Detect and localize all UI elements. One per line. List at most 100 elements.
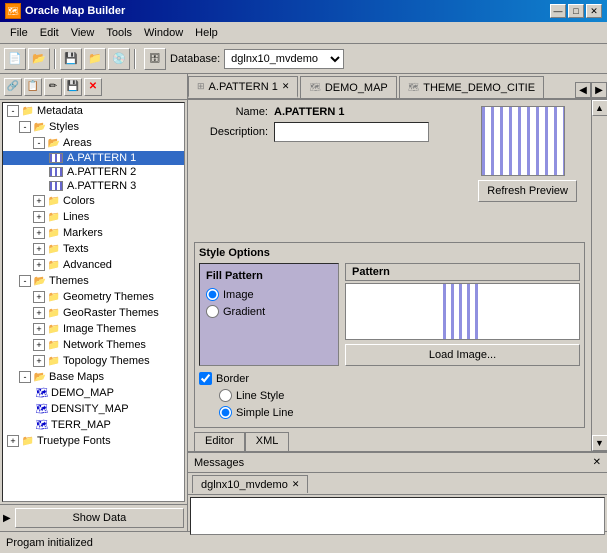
load-image-button[interactable]: Load Image... (345, 344, 580, 366)
tree-node-image-themes[interactable]: + 📁 Image Themes (3, 321, 184, 337)
tree-node-themes[interactable]: - 📂 Themes (3, 273, 184, 289)
map-density-icon: 🗺 (35, 402, 49, 416)
border-checkbox[interactable] (199, 372, 212, 385)
map-demo-icon: 🗺 (35, 386, 49, 400)
disk-button[interactable]: 💿 (108, 48, 130, 70)
tree-node-markers[interactable]: + 📁 Markers (3, 225, 184, 241)
close-button[interactable]: ✕ (586, 4, 602, 18)
tab-xml[interactable]: XML (245, 432, 290, 451)
menu-edit[interactable]: Edit (34, 25, 65, 41)
content-wrapper: Name: A.PATTERN 1 Description: Refresh P… (188, 100, 607, 451)
tree-node-density-map[interactable]: 🗺 DENSITY_MAP (3, 401, 184, 417)
radio-gradient[interactable] (206, 305, 219, 318)
expand-markers[interactable]: + (33, 227, 45, 239)
tree-btn-3[interactable]: ✏ (44, 78, 62, 96)
expand-basemaps[interactable]: - (19, 371, 31, 383)
right-panel: ⊞ A.PATTERN 1 ✕ 🗺 DEMO_MAP 🗺 THEME_DEMO_… (188, 74, 607, 531)
tree-label-geo-themes: Geometry Themes (63, 291, 154, 303)
tab-nav-right[interactable]: ▶ (591, 82, 607, 98)
line-style-row: Line Style (219, 389, 580, 402)
tree-node-pattern1[interactable]: A.PATTERN 1 (3, 151, 184, 165)
tree-node-areas[interactable]: - 📂 Areas (3, 135, 184, 151)
description-input[interactable] (274, 122, 429, 142)
tree-node-fonts[interactable]: + 📁 Truetype Fonts (3, 433, 184, 449)
tree-node-lines[interactable]: + 📁 Lines (3, 209, 184, 225)
expand-image-themes[interactable]: + (33, 323, 45, 335)
msg-tab-label: dglnx10_mvdemo (201, 479, 288, 491)
tree-node-demo-map[interactable]: 🗺 DEMO_MAP (3, 385, 184, 401)
folder-image-themes-icon: 📁 (47, 322, 61, 336)
expand-areas[interactable]: - (33, 137, 45, 149)
refresh-preview-container: Refresh Preview (478, 180, 577, 202)
tree-node-styles[interactable]: - 📂 Styles (3, 119, 184, 135)
save-button[interactable]: 💾 (60, 48, 82, 70)
editor-tabs: Editor XML (194, 432, 585, 451)
tree-node-advanced[interactable]: + 📁 Advanced (3, 257, 184, 273)
tree-label-pattern3: A.PATTERN 3 (67, 180, 136, 192)
tree-node-network-themes[interactable]: + 📁 Network Themes (3, 337, 184, 353)
new-button[interactable]: 📄 (4, 48, 26, 70)
open-button[interactable]: 📂 (28, 48, 50, 70)
refresh-preview-button[interactable]: Refresh Preview (478, 180, 577, 202)
tree-node-colors[interactable]: + 📁 Colors (3, 193, 184, 209)
db-dropdown[interactable]: dglnx10_mvdemo (224, 49, 344, 69)
tab-pattern1-grid-icon: ⊞ (197, 81, 205, 92)
menu-file[interactable]: File (4, 25, 34, 41)
folder-button[interactable]: 📁 (84, 48, 106, 70)
maximize-button[interactable]: □ (568, 4, 584, 18)
msg-tab-db[interactable]: dglnx10_mvdemo ✕ (192, 475, 308, 493)
tab-demo-map[interactable]: 🗺 DEMO_MAP (300, 76, 396, 98)
fill-pattern-title: Fill Pattern (206, 270, 332, 282)
tab-theme-demo[interactable]: 🗺 THEME_DEMO_CITIE (399, 76, 544, 98)
menu-view[interactable]: View (65, 25, 101, 41)
tab-pattern1-close[interactable]: ✕ (282, 81, 290, 92)
scroll-down-button[interactable]: ▼ (592, 435, 607, 451)
expand-colors[interactable]: + (33, 195, 45, 207)
scroll-up-button[interactable]: ▲ (592, 100, 607, 116)
messages-close-icon[interactable]: ✕ (593, 457, 601, 468)
expand-themes[interactable]: - (19, 275, 31, 287)
tree-node-metadata[interactable]: - 📁 Metadata (3, 103, 184, 119)
tree-node-pattern2[interactable]: A.PATTERN 2 (3, 165, 184, 179)
tree-btn-delete[interactable]: ✕ (84, 78, 102, 96)
tree-node-terr-map[interactable]: 🗺 TERR_MAP (3, 417, 184, 433)
tree-node-basemaps[interactable]: - 📂 Base Maps (3, 369, 184, 385)
folder-geo-themes-icon: 📁 (47, 290, 61, 304)
expand-topology-themes[interactable]: + (33, 355, 45, 367)
expand-network-themes[interactable]: + (33, 339, 45, 351)
tab-pattern1[interactable]: ⊞ A.PATTERN 1 ✕ (188, 76, 298, 98)
expand-lines[interactable]: + (33, 211, 45, 223)
tree-node-topology-themes[interactable]: + 📁 Topology Themes (3, 353, 184, 369)
msg-tab-close[interactable]: ✕ (292, 479, 300, 490)
menu-window[interactable]: Window (138, 25, 189, 41)
radio-line-style[interactable] (219, 389, 232, 402)
tree-node-pattern3[interactable]: A.PATTERN 3 (3, 179, 184, 193)
expand-fonts[interactable]: + (7, 435, 19, 447)
tree-btn-2[interactable]: 📋 (24, 78, 42, 96)
tree-btn-1[interactable]: 🔗 (4, 78, 22, 96)
radio-line-style-label: Line Style (236, 390, 284, 402)
menu-help[interactable]: Help (189, 25, 224, 41)
map-terr-icon: 🗺 (35, 418, 49, 432)
expand-styles[interactable]: - (19, 121, 31, 133)
tab-nav-left[interactable]: ◀ (575, 82, 591, 98)
folder-themes-icon: 📂 (33, 274, 47, 288)
border-label: Border (216, 373, 249, 385)
radio-image[interactable] (206, 288, 219, 301)
expand-georaster-themes[interactable]: + (33, 307, 45, 319)
folder-advanced-icon: 📁 (47, 258, 61, 272)
minimize-button[interactable]: — (550, 4, 566, 18)
show-data-button[interactable]: Show Data (15, 508, 184, 528)
tree-btn-4[interactable]: 💾 (64, 78, 82, 96)
expand-texts[interactable]: + (33, 243, 45, 255)
expand-geo-themes[interactable]: + (33, 291, 45, 303)
tree-node-geo-themes[interactable]: + 📁 Geometry Themes (3, 289, 184, 305)
expand-advanced[interactable]: + (33, 259, 45, 271)
menu-tools[interactable]: Tools (100, 25, 138, 41)
tree-node-georaster-themes[interactable]: + 📁 GeoRaster Themes (3, 305, 184, 321)
tab-editor[interactable]: Editor (194, 432, 245, 451)
pattern-display-box (345, 283, 580, 340)
expand-metadata[interactable]: - (7, 105, 19, 117)
tree-node-texts[interactable]: + 📁 Texts (3, 241, 184, 257)
radio-simple-line[interactable] (219, 406, 232, 419)
